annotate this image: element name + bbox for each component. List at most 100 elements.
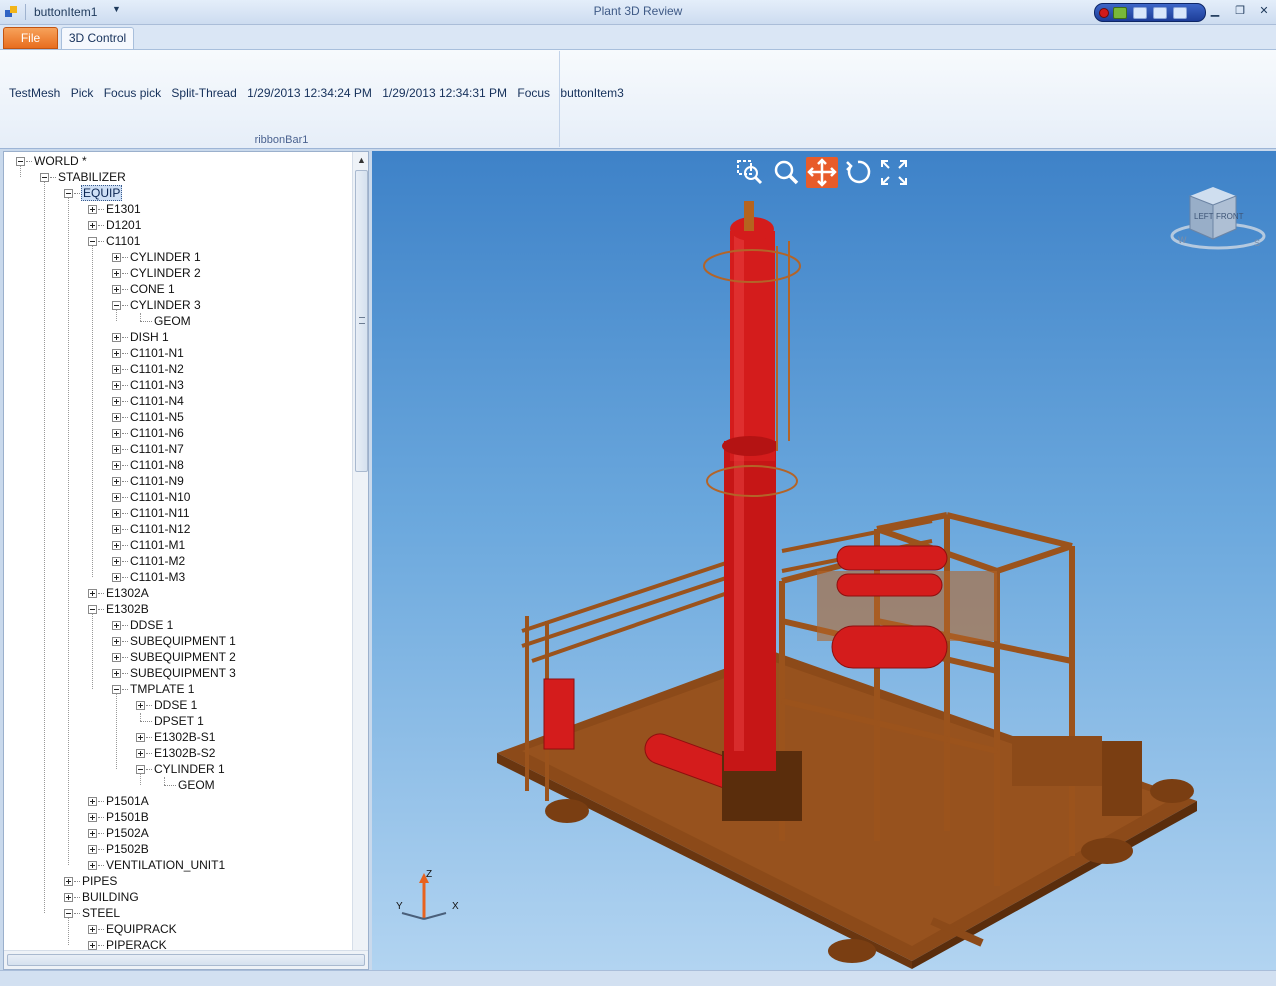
pan-icon[interactable]	[806, 157, 838, 188]
tree-item[interactable]: DPSET 1	[4, 713, 344, 729]
tree-item[interactable]: E1302B-S2	[4, 745, 344, 761]
expand-icon[interactable]	[112, 493, 121, 502]
tray-restore-icon[interactable]	[1173, 7, 1187, 19]
split-thread-button[interactable]: Split-Thread	[171, 86, 236, 100]
expand-icon[interactable]	[88, 813, 97, 822]
expand-icon[interactable]	[112, 269, 121, 278]
zoom-icon[interactable]	[770, 157, 802, 188]
tree-item[interactable]: E1302B	[4, 601, 344, 617]
timestamp-button-1[interactable]: 1/29/2013 12:34:24 PM	[247, 86, 372, 100]
scroll-up-icon[interactable]: ▲	[353, 152, 368, 168]
gpu-icon[interactable]	[1113, 7, 1127, 19]
tree-item[interactable]: C1101-N7	[4, 441, 344, 457]
tree-item[interactable]: PIPES	[4, 873, 344, 889]
expand-icon[interactable]	[88, 845, 97, 854]
tree-item[interactable]: CYLINDER 2	[4, 265, 344, 281]
tree-item[interactable]: E1301	[4, 201, 344, 217]
record-icon[interactable]	[1099, 8, 1109, 18]
tree-item[interactable]: STEEL	[4, 905, 344, 921]
restore-icon[interactable]: ❐	[1233, 5, 1247, 17]
tree-item[interactable]: C1101-N5	[4, 409, 344, 425]
tree-item[interactable]: VENTILATION_UNIT1	[4, 857, 344, 873]
horizontal-scroll-thumb[interactable]	[7, 954, 365, 966]
testmesh-button[interactable]: TestMesh	[9, 86, 60, 100]
expand-icon[interactable]	[112, 525, 121, 534]
tree-item[interactable]: DDSE 1	[4, 697, 344, 713]
tree-item[interactable]: SUBEQUIPMENT 2	[4, 649, 344, 665]
tab-3d-control[interactable]: 3D Control	[61, 27, 134, 50]
expand-icon[interactable]	[88, 589, 97, 598]
tray-window-icon[interactable]	[1133, 7, 1147, 19]
buttonitem3-button[interactable]: buttonItem3	[560, 86, 623, 100]
expand-icon[interactable]	[112, 637, 121, 646]
expand-icon[interactable]	[112, 621, 121, 630]
tree-item[interactable]: C1101-M1	[4, 537, 344, 553]
tree-item[interactable]: BUILDING	[4, 889, 344, 905]
expand-icon[interactable]	[136, 733, 145, 742]
tree-item[interactable]: P1501B	[4, 809, 344, 825]
expand-icon[interactable]	[112, 557, 121, 566]
expand-icon[interactable]	[112, 365, 121, 374]
tree-item[interactable]: C1101-N10	[4, 489, 344, 505]
tree-item[interactable]: C1101-N6	[4, 425, 344, 441]
expand-icon[interactable]	[64, 877, 73, 886]
fit-all-icon[interactable]	[878, 157, 910, 188]
rotate-icon[interactable]	[842, 157, 874, 188]
tree-item[interactable]: WORLD *	[4, 153, 344, 169]
expand-icon[interactable]	[112, 413, 121, 422]
expand-icon[interactable]	[88, 941, 97, 950]
collapse-icon[interactable]	[64, 909, 73, 918]
expand-icon[interactable]	[112, 477, 121, 486]
expand-icon[interactable]	[136, 701, 145, 710]
tab-file[interactable]: File	[3, 27, 58, 49]
expand-icon[interactable]	[136, 749, 145, 758]
viewcube[interactable]: LEFT FRONT W S	[1168, 181, 1268, 256]
tree-item[interactable]: C1101-N3	[4, 377, 344, 393]
expand-icon[interactable]	[112, 445, 121, 454]
expand-icon[interactable]	[112, 333, 121, 342]
tree-item[interactable]: E1302A	[4, 585, 344, 601]
tree-item[interactable]: SUBEQUIPMENT 1	[4, 633, 344, 649]
expand-icon[interactable]	[112, 461, 121, 470]
tree-item[interactable]: C1101-N4	[4, 393, 344, 409]
collapse-icon[interactable]	[40, 173, 49, 182]
collapse-icon[interactable]	[112, 301, 121, 310]
expand-icon[interactable]	[88, 829, 97, 838]
tree-item[interactable]: EQUIPRACK	[4, 921, 344, 937]
expand-icon[interactable]	[112, 429, 121, 438]
expand-icon[interactable]	[112, 541, 121, 550]
close-icon[interactable]: ✕	[1257, 5, 1271, 17]
focus-pick-button[interactable]: Focus pick	[104, 86, 161, 100]
tree-item[interactable]: DDSE 1	[4, 617, 344, 633]
tree-item[interactable]: STABILIZER	[4, 169, 344, 185]
collapse-icon[interactable]	[88, 605, 97, 614]
tree-item[interactable]: PIPERACK	[4, 937, 344, 950]
tree-item[interactable]: TMPLATE 1	[4, 681, 344, 697]
tree-item[interactable]: P1501A	[4, 793, 344, 809]
collapse-icon[interactable]	[136, 765, 145, 774]
tree-item[interactable]: GEOM	[4, 777, 344, 793]
tree-item[interactable]: SUBEQUIPMENT 3	[4, 665, 344, 681]
tree-item[interactable]: D1201	[4, 217, 344, 233]
tree-item[interactable]: DISH 1	[4, 329, 344, 345]
expand-icon[interactable]	[112, 573, 121, 582]
tree-vertical-scrollbar[interactable]: ▲	[352, 152, 368, 950]
expand-icon[interactable]	[112, 349, 121, 358]
tree-horizontal-scrollbar[interactable]	[4, 950, 368, 969]
tree-item[interactable]: C1101-N2	[4, 361, 344, 377]
focus-button[interactable]: Focus	[517, 86, 550, 100]
tree-item[interactable]: EQUIP	[4, 185, 344, 201]
tree-item[interactable]: C1101-M3	[4, 569, 344, 585]
expand-icon[interactable]	[88, 797, 97, 806]
tree-item[interactable]: C1101-N8	[4, 457, 344, 473]
tree-item[interactable]: E1302B-S1	[4, 729, 344, 745]
tree-item[interactable]: CYLINDER 3	[4, 297, 344, 313]
tree-item[interactable]: C1101-M2	[4, 553, 344, 569]
tree-item[interactable]: P1502B	[4, 841, 344, 857]
collapse-icon[interactable]	[64, 189, 73, 198]
tree-item[interactable]: C1101-N1	[4, 345, 344, 361]
expand-icon[interactable]	[112, 285, 121, 294]
tree-item[interactable]: GEOM	[4, 313, 344, 329]
zoom-window-icon[interactable]	[734, 157, 766, 188]
tree-item[interactable]: C1101-N12	[4, 521, 344, 537]
